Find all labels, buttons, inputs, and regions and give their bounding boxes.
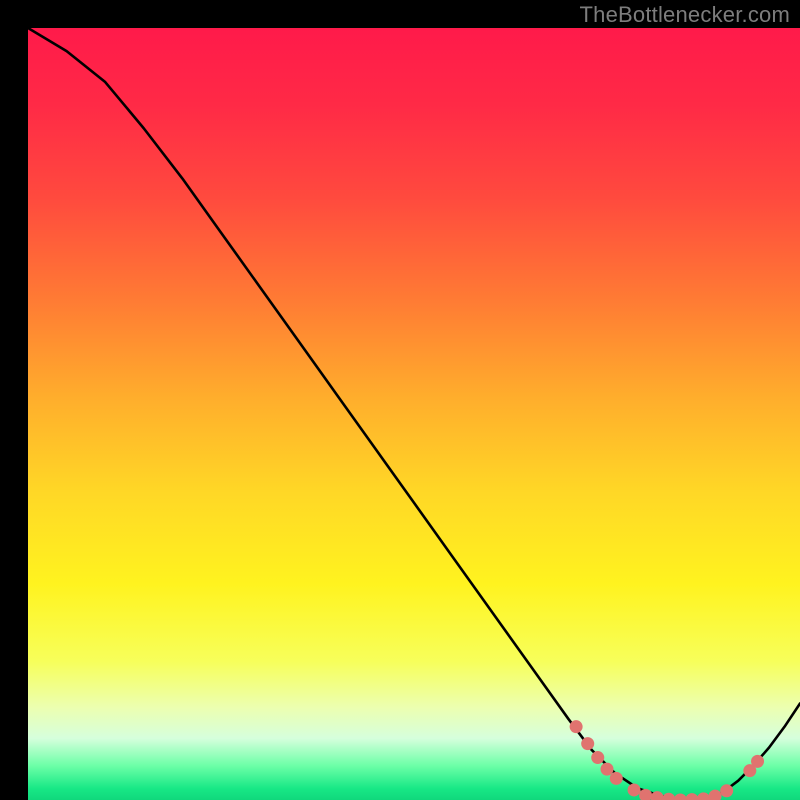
marker-dot: [751, 755, 764, 768]
marker-dot: [570, 720, 583, 733]
marker-dot: [581, 737, 594, 750]
marker-dot: [628, 783, 641, 796]
marker-dot: [720, 784, 733, 797]
gradient-bg: [28, 28, 800, 800]
watermark-text: TheBottlenecker.com: [580, 2, 790, 28]
chart-frame: [14, 14, 786, 786]
marker-dot: [591, 751, 604, 764]
chart-svg: [28, 28, 800, 800]
marker-dot: [601, 763, 614, 776]
marker-dot: [610, 772, 623, 785]
